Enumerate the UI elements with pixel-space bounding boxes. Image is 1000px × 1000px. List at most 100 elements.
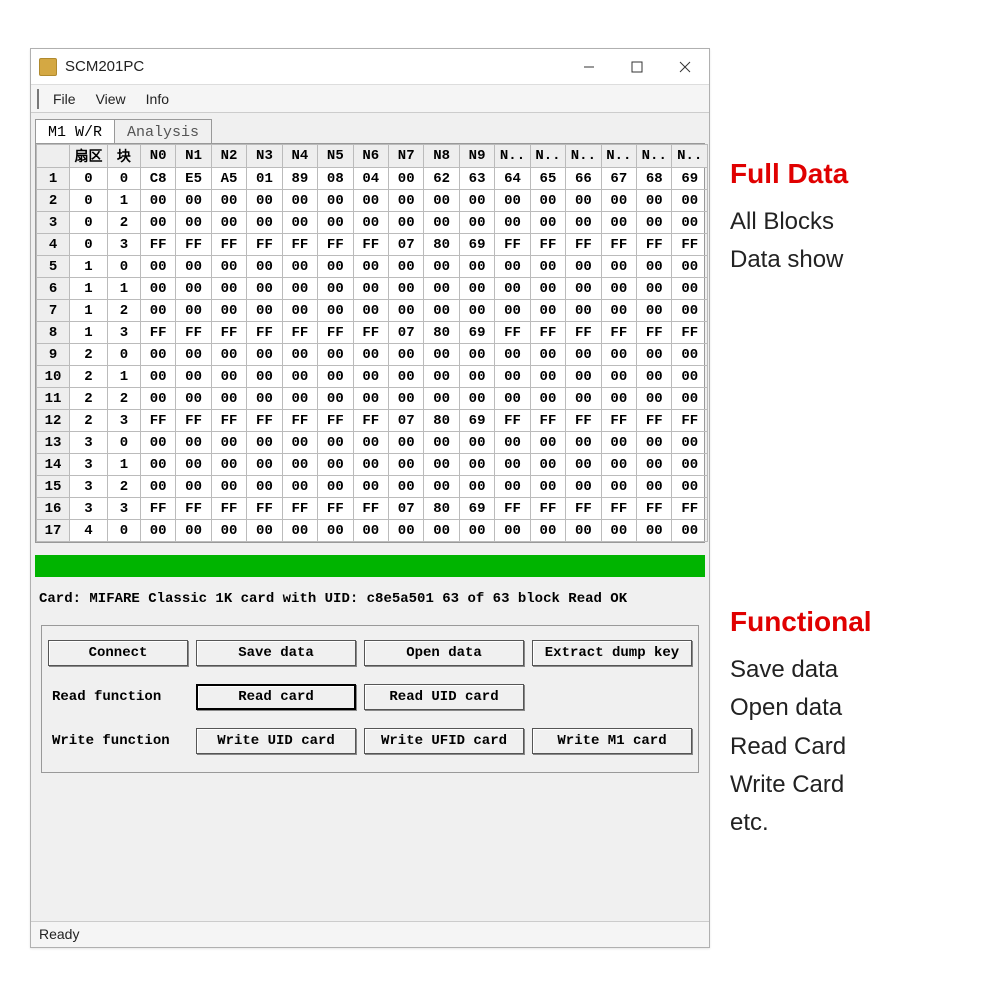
grid-cell[interactable]: 3 bbox=[70, 476, 108, 498]
grid-cell[interactable]: 00 bbox=[282, 190, 317, 212]
grid-cell[interactable]: 00 bbox=[566, 212, 601, 234]
grid-cell[interactable]: 00 bbox=[353, 344, 388, 366]
table-row[interactable]: 174000000000000000000000000000000000 bbox=[37, 520, 708, 542]
grid-cell[interactable]: 07 bbox=[388, 410, 423, 432]
grid-cell[interactable]: 00 bbox=[601, 300, 636, 322]
grid-cell[interactable]: 00 bbox=[601, 278, 636, 300]
grid-cell[interactable]: 00 bbox=[672, 366, 708, 388]
grid-cell[interactable]: 00 bbox=[388, 168, 423, 190]
grid-cell[interactable]: 00 bbox=[672, 476, 708, 498]
grid-cell[interactable]: 00 bbox=[495, 256, 530, 278]
grid-cell[interactable]: 00 bbox=[282, 366, 317, 388]
grid-cell[interactable]: 00 bbox=[211, 190, 246, 212]
grid-cell[interactable]: 00 bbox=[353, 190, 388, 212]
grid-cell[interactable]: 00 bbox=[637, 366, 672, 388]
grid-cell[interactable]: 00 bbox=[424, 300, 459, 322]
grid-cell[interactable]: 00 bbox=[566, 366, 601, 388]
grid-cell[interactable]: FF bbox=[211, 234, 246, 256]
grid-cell[interactable]: 00 bbox=[140, 256, 175, 278]
grid-cell[interactable]: 00 bbox=[247, 256, 282, 278]
grid-cell[interactable]: 00 bbox=[140, 432, 175, 454]
grid-cell[interactable]: 89 bbox=[282, 168, 317, 190]
row-header[interactable]: 7 bbox=[37, 300, 70, 322]
grid-cell[interactable]: 00 bbox=[282, 476, 317, 498]
grid-cell[interactable]: 80 bbox=[424, 322, 459, 344]
grid-cell[interactable]: 00 bbox=[388, 388, 423, 410]
grid-cell[interactable]: 00 bbox=[388, 344, 423, 366]
grid-cell[interactable]: FF bbox=[318, 234, 353, 256]
grid-cell[interactable]: 00 bbox=[353, 454, 388, 476]
grid-cell[interactable]: FF bbox=[530, 498, 565, 520]
grid-cell[interactable]: 3 bbox=[107, 410, 140, 432]
grid-cell[interactable]: 07 bbox=[388, 234, 423, 256]
grid-cell[interactable]: 4 bbox=[70, 520, 108, 542]
grid-cell[interactable]: 00 bbox=[140, 190, 175, 212]
grid-cell[interactable]: 00 bbox=[353, 300, 388, 322]
grid-cell[interactable]: 00 bbox=[530, 476, 565, 498]
grid-cell[interactable]: 00 bbox=[176, 212, 211, 234]
grid-cell[interactable]: 0 bbox=[107, 520, 140, 542]
table-row[interactable]: 20100000000000000000000000000000000 bbox=[37, 190, 708, 212]
grid-cell[interactable]: 00 bbox=[388, 256, 423, 278]
grid-cell[interactable]: FF bbox=[282, 410, 317, 432]
row-header[interactable]: 9 bbox=[37, 344, 70, 366]
grid-cell[interactable]: E5 bbox=[176, 168, 211, 190]
grid-cell[interactable]: 00 bbox=[282, 300, 317, 322]
grid-cell[interactable]: 00 bbox=[176, 366, 211, 388]
grid-cell[interactable]: 2 bbox=[107, 300, 140, 322]
grid-cell[interactable]: 00 bbox=[140, 388, 175, 410]
table-row[interactable]: 71200000000000000000000000000000000 bbox=[37, 300, 708, 322]
grid-cell[interactable]: 00 bbox=[495, 432, 530, 454]
grid-cell[interactable]: 0 bbox=[107, 256, 140, 278]
grid-cell[interactable]: 0 bbox=[70, 234, 108, 256]
grid-cell[interactable]: FF bbox=[353, 498, 388, 520]
grid-cell[interactable]: FF bbox=[318, 410, 353, 432]
grid-cell[interactable]: 00 bbox=[176, 190, 211, 212]
col-n10[interactable]: N.. bbox=[495, 145, 530, 168]
grid-cell[interactable]: 00 bbox=[176, 454, 211, 476]
grid-cell[interactable]: 08 bbox=[318, 168, 353, 190]
grid-cell[interactable]: FF bbox=[176, 322, 211, 344]
grid-cell[interactable]: 00 bbox=[601, 520, 636, 542]
grid-cell[interactable]: 00 bbox=[140, 476, 175, 498]
grid-cell[interactable]: 00 bbox=[176, 476, 211, 498]
grid-cell[interactable]: FF bbox=[247, 234, 282, 256]
grid-cell[interactable]: 00 bbox=[566, 520, 601, 542]
grid-cell[interactable]: 00 bbox=[176, 388, 211, 410]
grid-cell[interactable]: 00 bbox=[530, 520, 565, 542]
grid-cell[interactable]: 80 bbox=[424, 234, 459, 256]
grid-cell[interactable]: 00 bbox=[637, 190, 672, 212]
grid-cell[interactable]: 0 bbox=[107, 168, 140, 190]
grid-cell[interactable]: 00 bbox=[353, 432, 388, 454]
grid-cell[interactable]: 00 bbox=[530, 454, 565, 476]
grid-cell[interactable]: 00 bbox=[530, 344, 565, 366]
grid-cell[interactable]: 00 bbox=[637, 212, 672, 234]
grid-cell[interactable]: FF bbox=[282, 322, 317, 344]
grid-cell[interactable]: 00 bbox=[424, 476, 459, 498]
table-row[interactable]: 143100000000000000000000000000000000 bbox=[37, 454, 708, 476]
grid-cell[interactable]: 00 bbox=[530, 190, 565, 212]
table-row[interactable]: 1633FFFFFFFFFFFFFF078069FFFFFFFFFFFF bbox=[37, 498, 708, 520]
grid-cell[interactable]: FF bbox=[566, 322, 601, 344]
grid-cell[interactable]: 00 bbox=[566, 190, 601, 212]
grid-cell[interactable]: 3 bbox=[70, 432, 108, 454]
grid-cell[interactable]: 00 bbox=[459, 454, 494, 476]
grid-cell[interactable]: 00 bbox=[566, 278, 601, 300]
menu-view[interactable]: View bbox=[86, 89, 136, 109]
row-header[interactable]: 1 bbox=[37, 168, 70, 190]
grid-cell[interactable]: 69 bbox=[459, 498, 494, 520]
grid-cell[interactable]: 00 bbox=[353, 366, 388, 388]
row-header[interactable]: 4 bbox=[37, 234, 70, 256]
grid-cell[interactable]: 63 bbox=[459, 168, 494, 190]
grid-cell[interactable]: FF bbox=[495, 410, 530, 432]
grid-cell[interactable]: 00 bbox=[495, 454, 530, 476]
grid-cell[interactable]: 00 bbox=[318, 190, 353, 212]
table-row[interactable]: 112200000000000000000000000000000000 bbox=[37, 388, 708, 410]
grid-cell[interactable]: 00 bbox=[318, 256, 353, 278]
grid-cell[interactable]: 00 bbox=[601, 212, 636, 234]
grid-cell[interactable]: 1 bbox=[107, 454, 140, 476]
col-n1[interactable]: N1 bbox=[176, 145, 211, 168]
col-n3[interactable]: N3 bbox=[247, 145, 282, 168]
grid-cell[interactable]: FF bbox=[637, 410, 672, 432]
extract-dump-key-button[interactable]: Extract dump key bbox=[532, 640, 692, 666]
